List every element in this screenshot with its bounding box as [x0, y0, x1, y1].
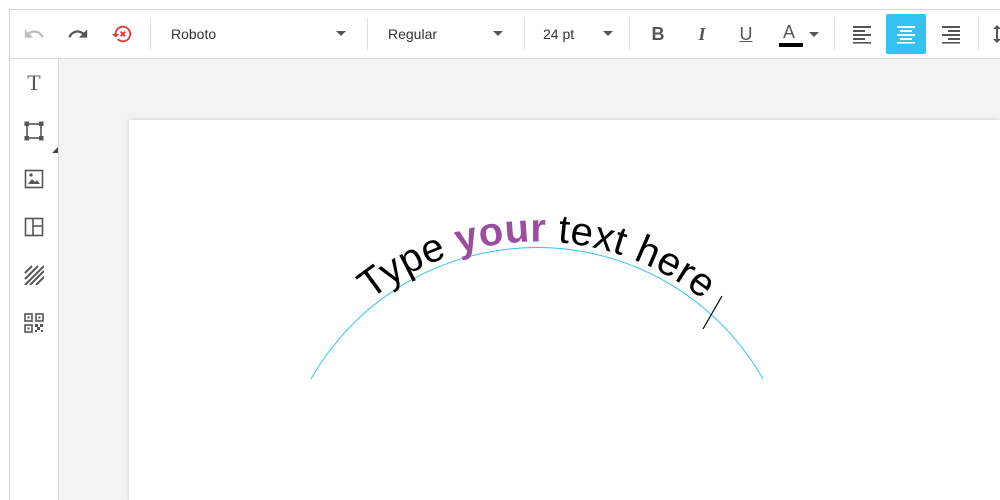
- font-weight-select[interactable]: Regular: [388, 14, 503, 54]
- font-color-swatch: [779, 43, 803, 47]
- diagonal-pattern-icon: [24, 265, 44, 285]
- toolbar-separator: [978, 18, 979, 50]
- font-size-select[interactable]: 24 pt: [543, 14, 613, 54]
- toolbar-separator: [629, 18, 630, 50]
- redo-button[interactable]: [64, 14, 92, 54]
- font-size-value: 24 pt: [543, 26, 575, 42]
- align-right-button[interactable]: [937, 14, 965, 54]
- toolbar-separator: [834, 18, 835, 50]
- underline-button[interactable]: U: [732, 14, 760, 54]
- redo-icon: [68, 29, 88, 38]
- curved-text[interactable]: Type your text here: [350, 206, 724, 306]
- qr-code-tool-button[interactable]: [22, 311, 46, 335]
- reset-button[interactable]: [108, 14, 136, 54]
- chevron-down-icon: [336, 31, 346, 36]
- curved-text-emphasis: your: [450, 206, 546, 261]
- pattern-tool-button[interactable]: [22, 263, 46, 287]
- image-icon: [24, 169, 44, 189]
- align-center-button[interactable]: [886, 14, 926, 54]
- toolbar-separator: [367, 18, 368, 50]
- text-tool-button[interactable]: T: [22, 71, 46, 95]
- chevron-down-icon: [493, 31, 503, 36]
- bold-icon: B: [651, 23, 665, 44]
- font-color-button[interactable]: A: [774, 14, 822, 54]
- text-icon: T: [27, 70, 41, 95]
- qr-code-icon: [24, 313, 44, 333]
- chevron-down-icon: [809, 31, 819, 37]
- underline-icon: U: [739, 23, 753, 44]
- italic-icon: I: [698, 23, 706, 44]
- layout-icon: [24, 217, 44, 237]
- curved-text-part: Type: [350, 220, 461, 307]
- align-center-icon: [897, 26, 915, 44]
- undo-icon: [24, 29, 44, 38]
- design-workspace: Type your text here: [59, 59, 1000, 500]
- tool-sidebar: T: [10, 59, 59, 500]
- align-left-icon: [853, 26, 871, 44]
- shape-tool-button[interactable]: [22, 119, 46, 143]
- submenu-indicator-icon: [52, 147, 58, 153]
- undo-button[interactable]: [20, 14, 48, 54]
- image-tool-button[interactable]: [22, 167, 46, 191]
- bold-button[interactable]: B: [644, 14, 672, 54]
- chevron-down-icon: [603, 31, 613, 36]
- text-cursor: [702, 295, 723, 330]
- font-family-value: Roboto: [171, 26, 217, 42]
- curved-text-part: text here: [546, 207, 724, 307]
- shape-bounding-box-icon: [24, 121, 44, 141]
- align-left-button[interactable]: [848, 14, 876, 54]
- line-height-button[interactable]: [988, 14, 1000, 54]
- line-height-icon: [993, 25, 1000, 43]
- toolbar-separator: [524, 18, 525, 50]
- font-family-select[interactable]: Roboto: [171, 14, 346, 54]
- layout-tool-button[interactable]: [22, 215, 46, 239]
- align-right-icon: [942, 26, 960, 44]
- toolbar-separator: [150, 18, 151, 50]
- curved-text-object[interactable]: Type your text here: [129, 120, 1000, 500]
- toolbar: Roboto Regular 24 pt B I U A: [10, 10, 1000, 59]
- italic-button[interactable]: I: [688, 14, 716, 54]
- font-weight-value: Regular: [388, 26, 438, 42]
- reset-icon: [111, 25, 132, 43]
- font-color-icon: A: [777, 20, 803, 48]
- design-canvas-page[interactable]: Type your text here: [129, 120, 1000, 500]
